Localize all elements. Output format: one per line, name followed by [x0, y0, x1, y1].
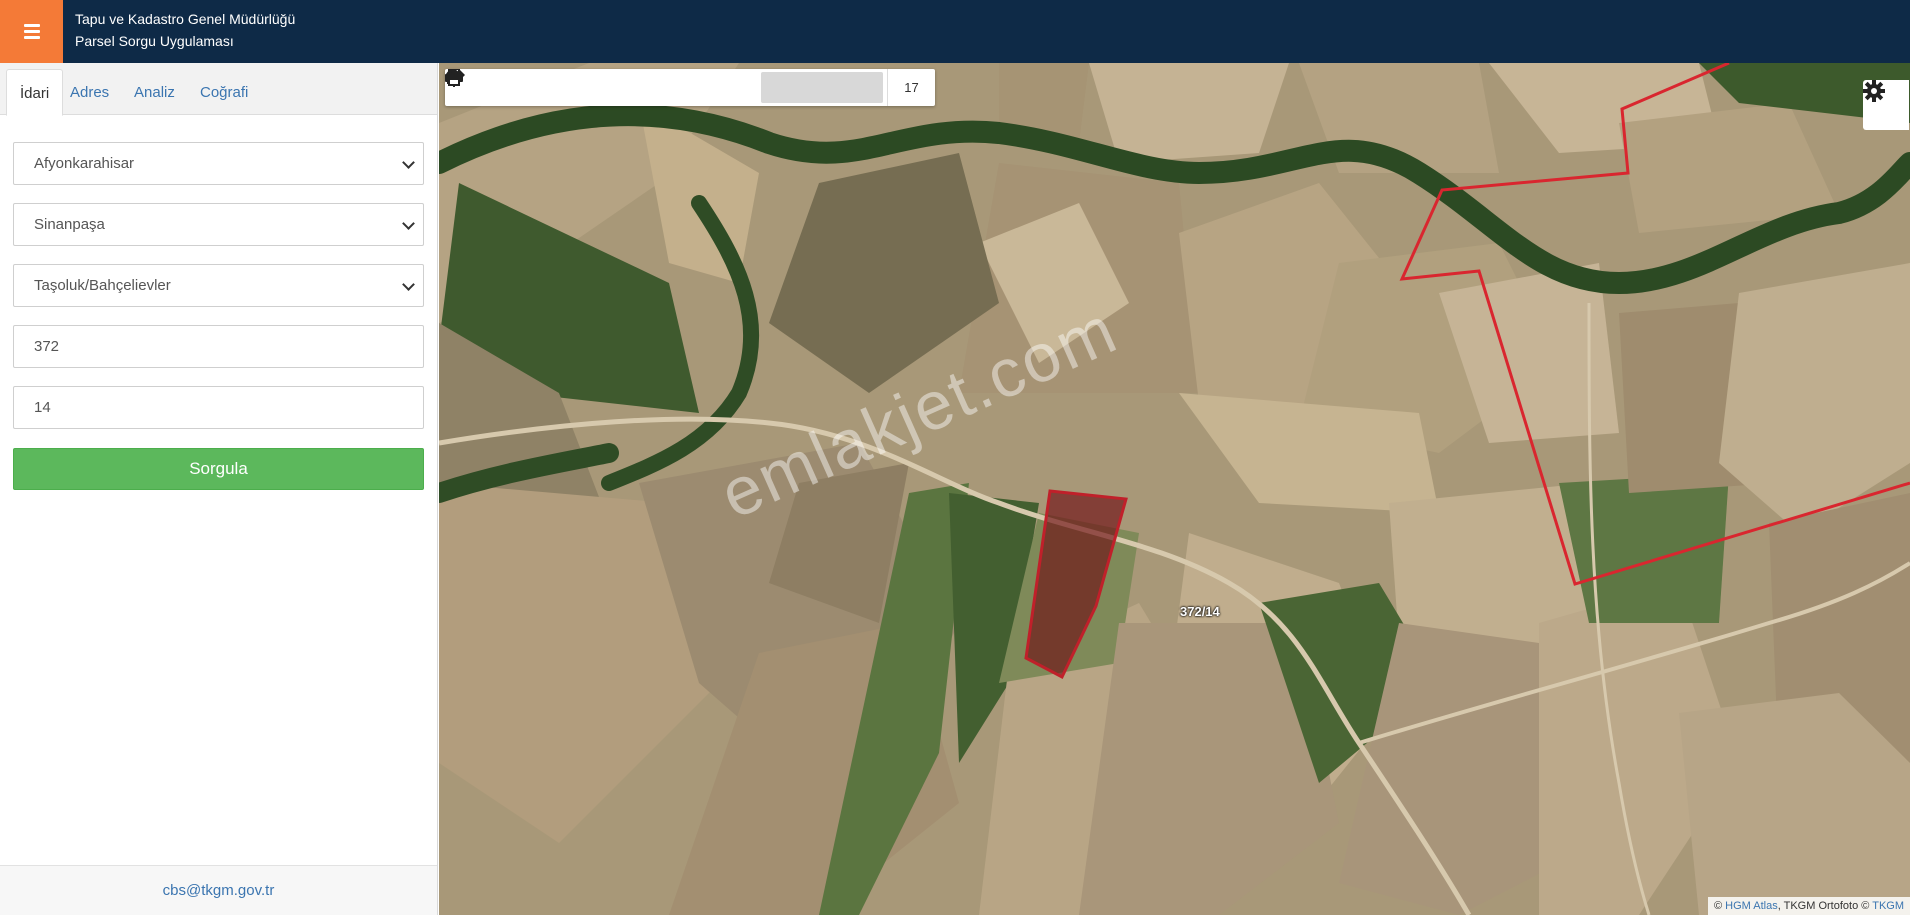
hamburger-icon[interactable]: [0, 0, 63, 63]
parcel-number-input[interactable]: 14: [13, 386, 424, 429]
app-titles: Tapu ve Kadastro Genel Müdürlüğü Parsel …: [75, 8, 295, 52]
province-select[interactable]: Afyonkarahisar: [13, 142, 424, 185]
org-title: Tapu ve Kadastro Genel Müdürlüğü: [75, 11, 296, 27]
coordinate-display: [761, 72, 883, 103]
attribution-middle: , TKGM Ortofoto ©: [1777, 900, 1873, 912]
measure-icon[interactable]: [445, 69, 718, 106]
tab-idari[interactable]: İdari: [6, 69, 64, 116]
star-icon[interactable]: [445, 69, 679, 106]
chevron-down-icon: [402, 278, 415, 291]
chevron-down-icon: [402, 156, 415, 169]
attribution-tkgm-link[interactable]: TKGM: [1872, 900, 1904, 912]
zoom-level-display: 17: [887, 69, 935, 106]
block-number-input[interactable]: 372: [13, 325, 424, 368]
tab-bar: İdari Adres Analiz Coğrafi: [0, 63, 437, 116]
query-button[interactable]: Sorgula: [13, 448, 424, 490]
tab-analiz[interactable]: Analiz: [121, 69, 188, 116]
query-sidebar: İdari Adres Analiz Coğrafi Afyonkarahisa…: [0, 63, 438, 915]
app-root: Tapu ve Kadastro Genel Müdürlüğü Parsel …: [0, 0, 1910, 915]
district-select[interactable]: Sinanpaşa: [13, 203, 424, 246]
gear-icon[interactable]: [1863, 80, 1909, 130]
info-icon[interactable]: [447, 69, 640, 106]
chevron-down-icon: [402, 217, 415, 230]
tab-adres[interactable]: Adres: [57, 69, 122, 116]
locate-icon[interactable]: [445, 69, 601, 106]
map-attribution: © HGM Atlas, TKGM Ortofoto © TKGM: [1707, 897, 1910, 915]
neighborhood-select[interactable]: Taşoluk/Bahçelievler: [13, 264, 424, 307]
sidebar-footer: cbs@tkgm.gov.tr: [0, 865, 437, 915]
top-header-bar: Tapu ve Kadastro Genel Müdürlüğü Parsel …: [0, 0, 1910, 63]
map-toolbar: 17: [445, 69, 935, 106]
app-title: Parsel Sorgu Uygulaması: [75, 33, 234, 49]
neighborhood-select-value: Taşoluk/Bahçelievler: [34, 277, 171, 294]
parcel-label: 372/14: [1180, 604, 1220, 619]
attribution-prefix: ©: [1713, 900, 1726, 912]
contact-email-link[interactable]: cbs@tkgm.gov.tr: [163, 882, 275, 899]
province-select-value: Afyonkarahisar: [34, 155, 135, 172]
district-select-value: Sinanpaşa: [34, 216, 105, 233]
refresh-icon[interactable]: [445, 69, 562, 106]
zoom-out-icon[interactable]: [446, 69, 523, 106]
map-view[interactable]: emlakjet.com 372/14 17 © HGM Atlas, TKGM…: [439, 63, 1910, 915]
tab-cografi[interactable]: Coğrafi: [187, 69, 261, 116]
satellite-imagery: [439, 63, 1910, 915]
attribution-hgm-link[interactable]: HGM Atlas: [1725, 900, 1778, 912]
print-icon[interactable]: [445, 69, 757, 106]
